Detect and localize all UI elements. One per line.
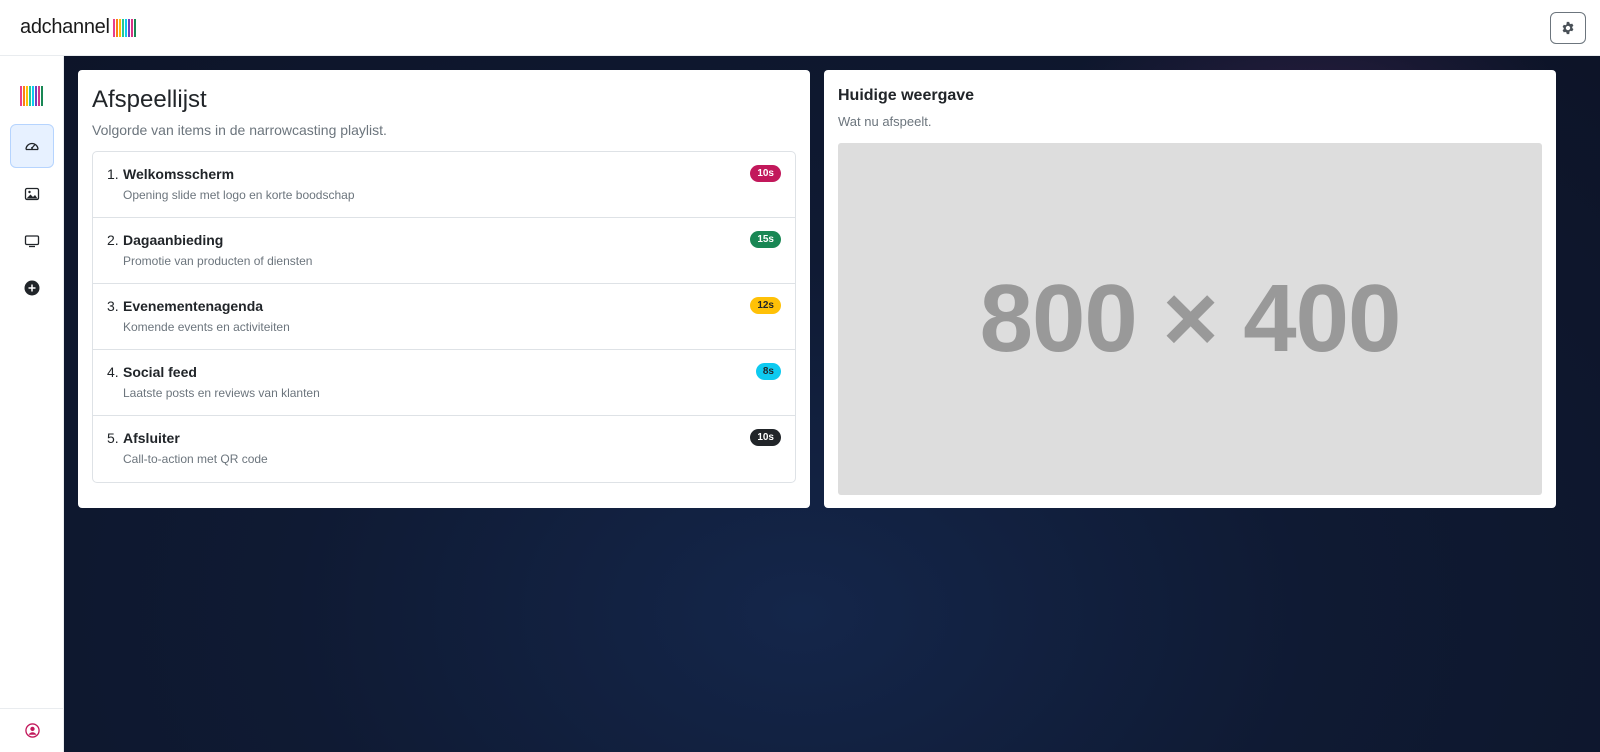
current-view-subtitle: Wat nu afspeelt.	[838, 114, 932, 129]
sidebar-user-area	[0, 708, 64, 752]
color-bar	[121, 18, 124, 37]
playlist-item[interactable]: 3. Evenementenagenda Komende events en act…	[93, 284, 795, 350]
sidebar-item-dashboard[interactable]	[10, 124, 54, 168]
playlist-item-title: Afsluiter	[123, 430, 180, 446]
playlist-item-number: 4.	[107, 364, 119, 380]
speedometer-icon	[25, 142, 39, 151]
playlist-item-header: 2. Dagaanbieding	[107, 232, 781, 248]
main-content: Afspeellijst Volgorde van items in de na…	[64, 56, 1600, 752]
color-bar	[124, 18, 127, 37]
brand-logo[interactable]: adchannel	[20, 16, 136, 39]
plus-circle-icon	[24, 280, 40, 296]
color-bar	[127, 18, 130, 37]
playlist-item-title: Evenementenagenda	[123, 298, 264, 314]
playlist-item-number: 5.	[107, 430, 119, 446]
color-bar	[23, 86, 25, 106]
playlist-item-number: 1.	[107, 166, 119, 182]
playlist-item-description: Promotie van producten of diensten	[123, 254, 313, 268]
sidebar-item-screens[interactable]	[10, 219, 54, 263]
placeholder-text: 800 × 400	[979, 265, 1402, 372]
sidebar-item-add[interactable]	[10, 266, 54, 310]
duration-badge: 10s	[750, 429, 781, 446]
color-bar	[118, 18, 121, 37]
playlist-title: Afspeellijst	[92, 86, 207, 113]
color-bar	[26, 86, 28, 106]
playlist-item-header: 1. Welkomsscherm	[107, 166, 781, 182]
color-bar	[133, 18, 136, 37]
color-bar	[115, 18, 118, 37]
playlist-item-number: 2.	[107, 232, 119, 248]
playlist-list: 1. Welkomsscherm Opening slide met logo en…	[92, 151, 796, 483]
current-view-title: Huidige weergave	[838, 87, 975, 104]
duration-badge: 10s	[750, 165, 781, 182]
playlist-card: Afspeellijst Volgorde van items in de na…	[78, 70, 810, 508]
gear-icon	[1562, 21, 1574, 34]
playlist-item-number: 3.	[107, 298, 119, 314]
sidebar	[0, 56, 64, 752]
playlist-item[interactable]: 5. Afsluiter Call-to-action met QR code 10s	[93, 416, 795, 482]
top-navbar: adchannel	[0, 0, 1600, 56]
playlist-item-description: Laatste posts en reviews van klanten	[123, 386, 320, 400]
playlist-item-header: 5. Afsluiter	[107, 430, 781, 446]
color-bar	[32, 86, 34, 106]
tv-icon	[24, 235, 40, 248]
duration-badge: 8s	[755, 363, 781, 380]
preview-placeholder: 800 × 400	[838, 143, 1542, 495]
playlist-item-title: Social feed	[123, 364, 197, 380]
color-bar	[112, 18, 115, 37]
playlist-item[interactable]: 4. Social feed Laatste posts en reviews va…	[93, 350, 795, 416]
playlist-item[interactable]: 1. Welkomsscherm Opening slide met logo en…	[93, 152, 795, 218]
playlist-item-header: 3. Evenementenagenda	[107, 298, 781, 314]
settings-button[interactable]	[1550, 11, 1586, 44]
duration-badge: 15s	[750, 231, 781, 248]
sidebar-logo-icon[interactable]	[20, 86, 43, 106]
color-bar	[41, 86, 43, 106]
playlist-item-description: Opening slide met logo en korte boodscha…	[123, 188, 355, 202]
brand-bars-icon	[112, 18, 136, 37]
brand-name: adchannel	[20, 16, 110, 38]
playlist-item-title: Welkomsscherm	[123, 166, 235, 182]
image-icon	[24, 187, 40, 201]
playlist-item-description: Call-to-action met QR code	[123, 452, 268, 466]
playlist-item-description: Komende events en activiteiten	[123, 320, 290, 334]
current-view-card: Huidige weergave Wat nu afspeelt. 800 × …	[824, 70, 1556, 508]
playlist-item[interactable]: 2. Dagaanbieding Promotie van producten of…	[93, 218, 795, 284]
color-bar	[38, 86, 40, 106]
color-bar	[130, 18, 133, 37]
color-bar	[35, 86, 37, 106]
playlist-subtitle: Volgorde van items in de narrowcasting p…	[92, 122, 387, 138]
playlist-item-title: Dagaanbieding	[123, 232, 224, 248]
color-bar	[29, 86, 31, 106]
sidebar-item-media[interactable]	[10, 172, 54, 216]
duration-badge: 12s	[750, 297, 781, 314]
color-bar	[20, 86, 22, 106]
user-circle-icon[interactable]	[24, 723, 40, 738]
playlist-item-header: 4. Social feed	[107, 364, 781, 380]
